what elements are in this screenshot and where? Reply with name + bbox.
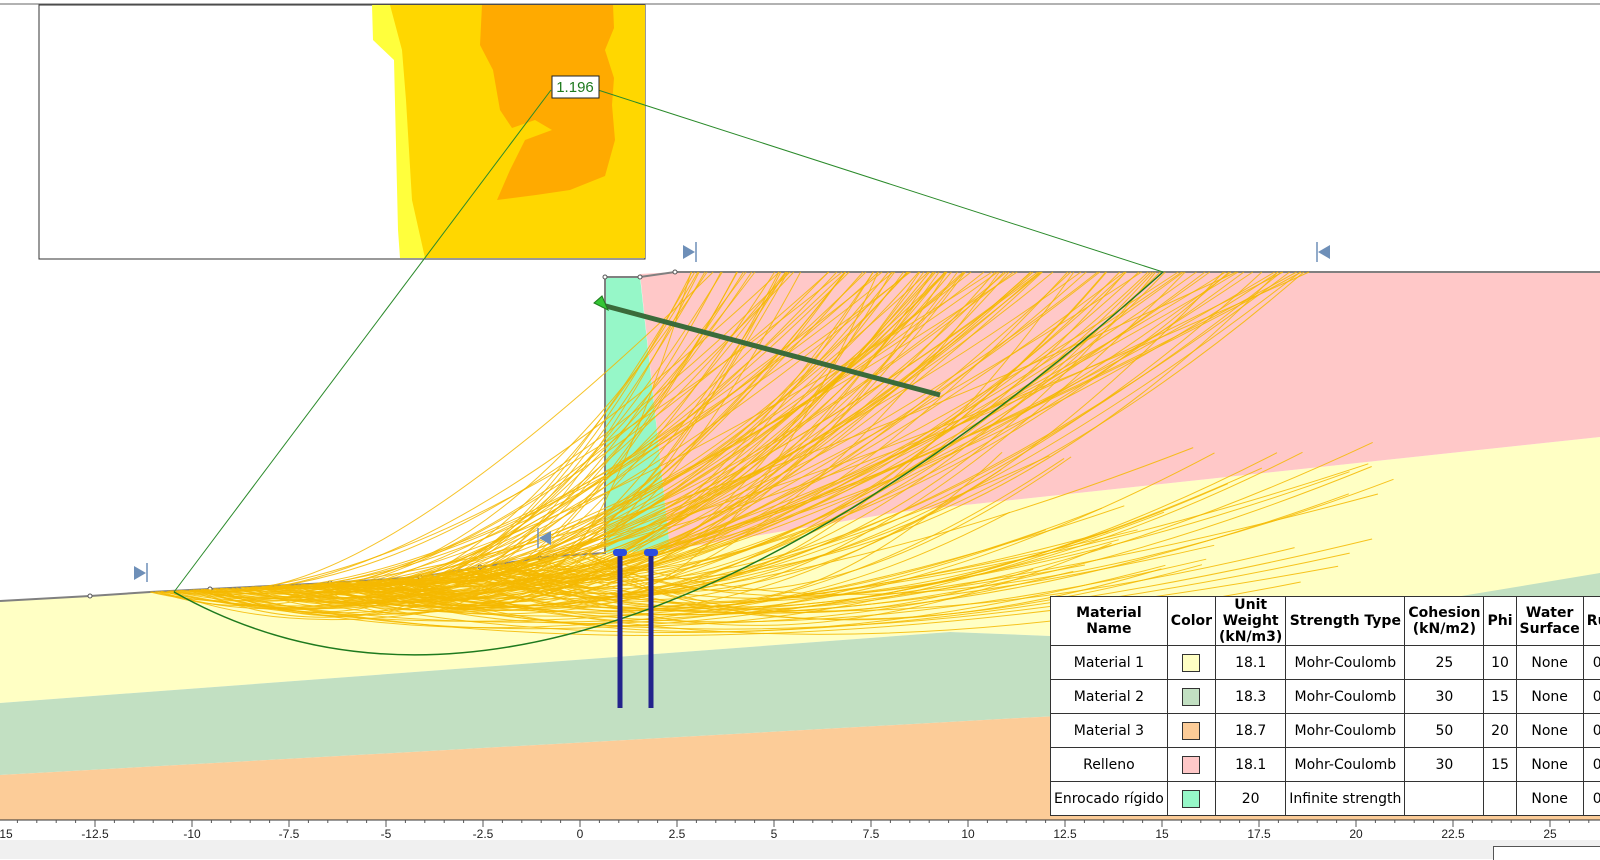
cohesion: 30 — [1405, 680, 1484, 714]
water-surface: None — [1516, 714, 1583, 748]
axis-tick-label: 5 — [771, 827, 778, 841]
material-color — [1167, 646, 1215, 680]
material-color — [1167, 782, 1215, 816]
cohesion: 50 — [1405, 714, 1484, 748]
cohesion — [1405, 782, 1484, 816]
table-row: Material 2 18.3 Mohr-Coulomb 30 15 None … — [1051, 680, 1600, 714]
phi: 20 — [1484, 714, 1516, 748]
axis-tick-label: 17.5 — [1247, 827, 1271, 841]
material-legend: Material Name Color Unit Weight (kN/m3) … — [1050, 596, 1600, 816]
fos-label: 1.196 — [556, 79, 594, 96]
axis-tick-label: 25 — [1543, 827, 1557, 841]
axis-tick-label: -2.5 — [473, 827, 494, 841]
color-swatch — [1182, 688, 1200, 706]
fos-leader-line — [598, 90, 1163, 272]
ru: 0 — [1583, 680, 1600, 714]
material-name: Material 3 — [1051, 714, 1168, 748]
ru: 0 — [1583, 782, 1600, 816]
water-surface: None — [1516, 646, 1583, 680]
table-row: Enrocado rígido 20 Infinite strength Non… — [1051, 782, 1600, 816]
water-surface: None — [1516, 680, 1583, 714]
ru: 0 — [1583, 714, 1600, 748]
status-bar-corner — [1493, 846, 1600, 860]
phi — [1484, 782, 1516, 816]
table-row: Relleno 18.1 Mohr-Coulomb 30 15 None 0 — [1051, 748, 1600, 782]
unit-weight: 20 — [1216, 782, 1286, 816]
cohesion: 30 — [1405, 748, 1484, 782]
material-color — [1167, 714, 1215, 748]
col-cohesion: Cohesion (kN/m2) — [1405, 597, 1484, 646]
axis-tick-label: 7.5 — [863, 827, 880, 841]
col-unit-weight: Unit Weight (kN/m3) — [1216, 597, 1286, 646]
limit-marker-icon — [1318, 245, 1330, 259]
axis-tick-label: 12.5 — [1053, 827, 1077, 841]
axis-tick-label: -12.5 — [81, 827, 109, 841]
axis-tick-label: -7.5 — [279, 827, 300, 841]
material-color — [1167, 680, 1215, 714]
unit-weight: 18.3 — [1216, 680, 1286, 714]
x-axis-ruler: 15 -12.5 -10 -7.5 -5 -2.5 0 2.5 5 7.5 10 12.5 15 17.5… — [0, 820, 1600, 859]
strength-type: Mohr-Coulomb — [1286, 680, 1405, 714]
col-color: Color — [1167, 597, 1215, 646]
axis-tick-label: 10 — [961, 827, 975, 841]
col-phi: Phi — [1484, 597, 1516, 646]
water-surface: None — [1516, 782, 1583, 816]
material-name: Material 1 — [1051, 646, 1168, 680]
strength-type: Mohr-Coulomb — [1286, 646, 1405, 680]
ru: 0 — [1583, 748, 1600, 782]
legend-header-row: Material Name Color Unit Weight (kN/m3) … — [1051, 597, 1600, 646]
color-swatch — [1182, 654, 1200, 672]
axis-tick-label: 20 — [1349, 827, 1363, 841]
axis-tick-label: -10 — [183, 827, 201, 841]
strength-type: Mohr-Coulomb — [1286, 714, 1405, 748]
col-strength-type: Strength Type — [1286, 597, 1405, 646]
table-row: Material 1 18.1 Mohr-Coulomb 25 10 None … — [1051, 646, 1600, 680]
material-color — [1167, 748, 1215, 782]
axis-tick-label: 22.5 — [1441, 827, 1465, 841]
unit-weight: 18.7 — [1216, 714, 1286, 748]
color-swatch — [1182, 790, 1200, 808]
table-row: Material 3 18.7 Mohr-Coulomb 50 20 None … — [1051, 714, 1600, 748]
material-name: Enrocado rígido — [1051, 782, 1168, 816]
unit-weight: 18.1 — [1216, 748, 1286, 782]
phi: 15 — [1484, 680, 1516, 714]
fos-contour-inset — [39, 5, 645, 259]
axis-tick-label: 2.5 — [669, 827, 686, 841]
strength-type: Infinite strength — [1286, 782, 1405, 816]
axis-tick-label: 15 — [1155, 827, 1169, 841]
limit-marker-icon — [134, 566, 146, 580]
strength-type: Mohr-Coulomb — [1286, 748, 1405, 782]
axis-tick-label: -5 — [381, 827, 392, 841]
axis-tick-label: 15 — [0, 827, 13, 841]
material-name: Material 2 — [1051, 680, 1168, 714]
axis-tick-label: 0 — [577, 827, 584, 841]
phi: 10 — [1484, 646, 1516, 680]
cohesion: 25 — [1405, 646, 1484, 680]
unit-weight: 18.1 — [1216, 646, 1286, 680]
ru: 0 — [1583, 646, 1600, 680]
col-ru: Ru — [1583, 597, 1600, 646]
color-swatch — [1182, 722, 1200, 740]
phi: 15 — [1484, 748, 1516, 782]
col-material-name: Material Name — [1051, 597, 1168, 646]
material-name: Relleno — [1051, 748, 1168, 782]
water-surface: None — [1516, 748, 1583, 782]
color-swatch — [1182, 756, 1200, 774]
col-water-surface: Water Surface — [1516, 597, 1583, 646]
limit-marker-icon — [683, 245, 695, 259]
